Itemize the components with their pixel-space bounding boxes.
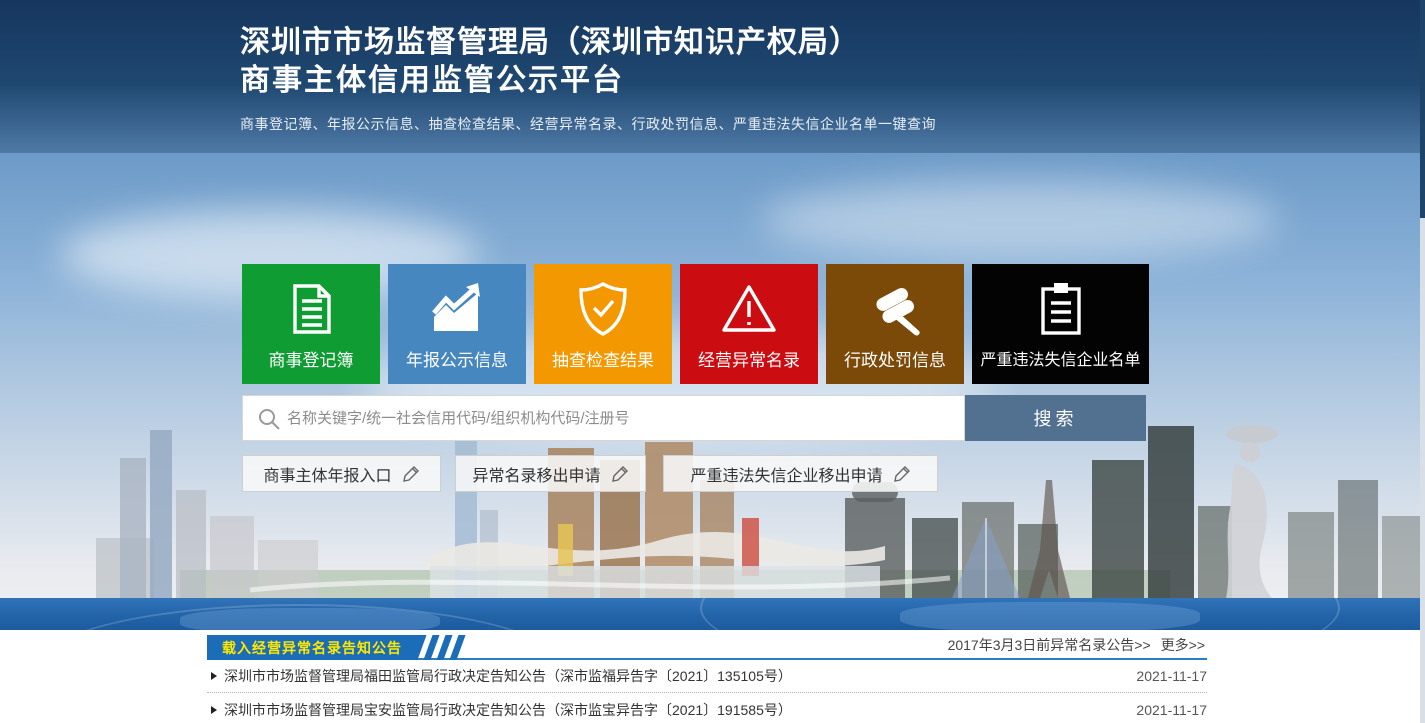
tile-serious-violation-list[interactable]: 严重违法失信企业名单 bbox=[972, 264, 1149, 384]
category-tiles: 商事登记簿 年报公示信息 抽查检查结果 bbox=[242, 264, 1149, 384]
more-link[interactable]: 更多>> bbox=[1161, 637, 1205, 653]
clipboard-list-icon bbox=[1032, 276, 1090, 342]
tile-label: 行政处罚信息 bbox=[844, 346, 946, 371]
bullet-arrow-icon bbox=[211, 672, 217, 680]
tile-inspection-results[interactable]: 抽查检查结果 bbox=[534, 264, 672, 384]
tile-administrative-penalty[interactable]: 行政处罚信息 bbox=[826, 264, 964, 384]
chart-up-icon bbox=[426, 276, 488, 342]
cloud-decoration bbox=[760, 180, 1280, 260]
search-bar: 搜索 bbox=[242, 395, 1146, 441]
pre-2017-announcements-link[interactable]: 2017年3月3日前异常名录公告>> bbox=[948, 637, 1151, 653]
announcement-title[interactable]: 深圳市市场监督管理局福田监管局行政决定告知公告（深市监福异告字〔2021〕135… bbox=[224, 666, 1136, 686]
vertical-scrollbar[interactable] bbox=[1420, 0, 1425, 723]
search-input-wrap bbox=[242, 395, 965, 441]
city-skyline-illustration bbox=[0, 420, 1425, 598]
tile-label: 抽查检查结果 bbox=[552, 346, 654, 371]
list-item[interactable]: 深圳市市场监督管理局宝安监管局行政决定告知公告（深市监宝异告字〔2021〕191… bbox=[207, 693, 1207, 723]
map-decoration bbox=[180, 608, 440, 630]
search-button[interactable]: 搜索 bbox=[965, 395, 1146, 441]
gavel-icon bbox=[865, 276, 925, 342]
map-decoration bbox=[900, 602, 1200, 630]
site-title-line2: 商事主体信用监管公示平台 bbox=[240, 62, 936, 100]
pencil-icon bbox=[402, 465, 420, 483]
page: 深圳市市场监督管理局（深圳市知识产权局） 商事主体信用监管公示平台 商事登记簿、… bbox=[0, 0, 1425, 723]
stripe-decoration bbox=[415, 635, 467, 660]
scrollbar-thumb[interactable] bbox=[1420, 0, 1425, 218]
tile-business-register[interactable]: 商事登记簿 bbox=[242, 264, 380, 384]
site-subtitle: 商事登记簿、年报公示信息、抽查检查结果、经营异常名录、行政处罚信息、严重违法失信… bbox=[240, 114, 936, 134]
bullet-arrow-icon bbox=[211, 706, 217, 714]
document-icon bbox=[281, 276, 341, 342]
announcement-date: 2021-11-17 bbox=[1136, 668, 1207, 684]
announcement-links: 2017年3月3日前异常名录公告>> 更多>> bbox=[948, 635, 1205, 655]
announcement-section: 载入经营异常名录告知公告 2017年3月3日前异常名录公告>> 更多>> 深圳市市… bbox=[207, 635, 1207, 723]
search-input[interactable] bbox=[287, 396, 947, 440]
announcement-date: 2021-11-17 bbox=[1136, 702, 1207, 718]
search-icon bbox=[257, 407, 281, 431]
warning-triangle-icon bbox=[719, 276, 779, 342]
water-band bbox=[0, 598, 1425, 630]
shield-check-icon bbox=[574, 276, 632, 342]
announcement-header: 载入经营异常名录告知公告 2017年3月3日前异常名录公告>> 更多>> bbox=[207, 635, 1207, 660]
quick-link-label: 商事主体年报入口 bbox=[263, 462, 391, 486]
announcement-tag: 载入经营异常名录告知公告 bbox=[207, 635, 422, 660]
abnormal-list-removal-button[interactable]: 异常名录移出申请 bbox=[455, 455, 646, 492]
masthead: 深圳市市场监督管理局（深圳市知识产权局） 商事主体信用监管公示平台 商事登记簿、… bbox=[240, 24, 936, 134]
serious-violation-removal-button[interactable]: 严重违法失信企业移出申请 bbox=[663, 455, 938, 492]
pencil-icon bbox=[611, 465, 629, 483]
list-item[interactable]: 深圳市市场监督管理局福田监管局行政决定告知公告（深市监福异告字〔2021〕135… bbox=[207, 660, 1207, 693]
announcement-tag-label: 载入经营异常名录告知公告 bbox=[222, 638, 402, 658]
quick-link-label: 异常名录移出申请 bbox=[472, 462, 600, 486]
tile-label: 商事登记簿 bbox=[269, 346, 354, 371]
announcement-list: 深圳市市场监督管理局福田监管局行政决定告知公告（深市监福异告字〔2021〕135… bbox=[207, 660, 1207, 723]
tile-abnormal-operations[interactable]: 经营异常名录 bbox=[680, 264, 818, 384]
quick-link-label: 严重违法失信企业移出申请 bbox=[690, 462, 882, 486]
tile-label: 严重违法失信企业名单 bbox=[980, 346, 1140, 370]
tile-label: 经营异常名录 bbox=[698, 346, 800, 371]
tile-label: 年报公示信息 bbox=[406, 346, 508, 371]
site-title-line1: 深圳市市场监督管理局（深圳市知识产权局） bbox=[240, 24, 936, 62]
pencil-icon bbox=[893, 465, 911, 483]
annual-report-entry-button[interactable]: 商事主体年报入口 bbox=[242, 455, 441, 492]
tile-annual-report[interactable]: 年报公示信息 bbox=[388, 264, 526, 384]
announcement-title[interactable]: 深圳市市场监督管理局宝安监管局行政决定告知公告（深市监宝异告字〔2021〕191… bbox=[224, 700, 1136, 720]
